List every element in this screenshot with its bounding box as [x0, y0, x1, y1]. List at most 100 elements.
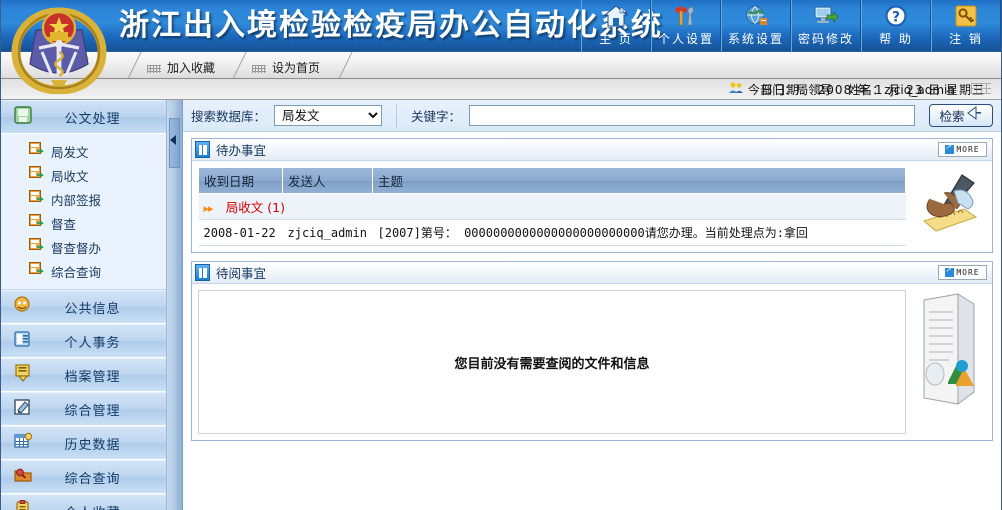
- sidebar-group-zonghechaxun-2-label: 综合查询: [64, 471, 121, 487]
- sidebar-group-gerenshoucang-label: 个人收藏: [43, 502, 166, 510]
- panel-todo-more-button[interactable]: MORE: [938, 142, 987, 157]
- tab-slant-right: [338, 52, 374, 78]
- sidebar-item-neibuqianbao[interactable]: 内部签报: [1, 187, 166, 211]
- folder-search-icon: [13, 466, 33, 489]
- sidebar-group-gerenshiwu-label: 个人事务: [64, 335, 121, 351]
- list-icon: [195, 141, 210, 158]
- panel-read-title: 待阅事宜: [216, 266, 267, 281]
- clipboard-icon: [13, 499, 33, 510]
- nav-home-label: 主 页: [599, 32, 633, 46]
- sidebar-group-gerenshoucang[interactable]: 个人收藏: [1, 494, 166, 510]
- sidebar-item-ducha[interactable]: 督查: [1, 211, 166, 235]
- chat-icon: [13, 295, 33, 319]
- tab-set-homepage-label: 设为首页: [272, 61, 321, 75]
- table-clock-icon: [13, 432, 33, 455]
- ciq-national-emblem: [11, 7, 107, 95]
- search-submit-button[interactable]: 检索: [929, 104, 993, 127]
- home-icon: [603, 2, 629, 30]
- sidebar-group-zonghechaxun[interactable]: 综合查询: [1, 460, 166, 494]
- collapse-left-arrow-icon[interactable]: [170, 135, 176, 145]
- todo-cell-sender: zjciq_admin: [282, 219, 373, 246]
- todo-cell-date: 2008-01-22: [198, 219, 283, 246]
- sidebar-group-gonggongxinxi[interactable]: 公共信息: [1, 290, 166, 324]
- panel-todo-body: 收到日期 发送人 主题 ▸▸ 局收文 (1) 2008-01-22 zjciq_…: [192, 161, 992, 252]
- nav-system-settings-label: 系统设置: [727, 32, 784, 46]
- doc-supervise-icon: [29, 214, 44, 232]
- doc-out-icon: [29, 142, 44, 160]
- todo-col-date: 收到日期: [198, 167, 283, 194]
- nav-home[interactable]: 主 页: [581, 0, 651, 52]
- sidebar-item-jufawen-label: 局发文: [51, 144, 89, 160]
- sidebar-group-danganguanli[interactable]: 档案管理: [1, 358, 166, 392]
- body-row: 公文处理 局发文 局收文 内部签报 督查 督查督办 综合查询 公共信息 个人事务…: [1, 100, 1001, 510]
- search-db-label: 搜索数据库：: [191, 109, 267, 124]
- panel-todo-header: 待办事宜 MORE: [192, 139, 992, 161]
- list-icon: [195, 264, 210, 281]
- sidebar-item-jushouwen[interactable]: 局收文: [1, 163, 166, 187]
- tab-add-favorite-label: 加入收藏: [167, 61, 216, 75]
- monitor-arrow-icon: [813, 2, 839, 30]
- doc-supervise-handle-icon: [29, 238, 44, 256]
- today-date: 今日日期： 2008 年 1 月 23 日 星期三: [747, 83, 985, 97]
- table-row[interactable]: 2008-01-22 zjciq_admin [2007]第号： 0000000…: [198, 219, 906, 246]
- sidebar-group-gonggongxinxi-label: 公共信息: [64, 301, 121, 317]
- edit-doc-icon: [13, 398, 33, 421]
- sidebar-item-zonghechaxun[interactable]: 综合查询: [1, 259, 166, 283]
- todo-group-cell[interactable]: ▸▸ 局收文 (1): [198, 193, 906, 220]
- nav-personal-settings-label: 个人设置: [657, 32, 714, 46]
- todo-table: 收到日期 发送人 主题 ▸▸ 局收文 (1) 2008-01-22 zjciq_…: [198, 167, 906, 246]
- tools-icon: [673, 2, 699, 30]
- panel-read-more-label: MORE: [956, 268, 980, 277]
- panel-todo-more-label: MORE: [956, 145, 980, 154]
- doc-report-icon: [29, 190, 44, 208]
- search-keyword-label: 关键字：: [411, 109, 462, 124]
- dotted-handle-icon: [252, 65, 266, 73]
- sidebar-item-duchaduban[interactable]: 督查督办: [1, 235, 166, 259]
- arrow-out-icon: [945, 142, 955, 154]
- sidebar-splitter[interactable]: [167, 100, 183, 510]
- open-folder-docs-icon: [923, 293, 975, 405]
- dotted-handle-icon: [147, 65, 161, 73]
- top-navigation: 主 页 个人设置 系统设置 密码修改 ? 帮 助 注 销: [581, 0, 1001, 52]
- sidebar-item-jufawen[interactable]: 局发文: [1, 139, 166, 163]
- sidebar: 公文处理 局发文 局收文 内部签报 督查 督查督办 综合查询 公共信息 个人事务…: [1, 100, 167, 510]
- hand-writing-icon: [922, 174, 978, 232]
- double-arrow-icon: ▸▸: [203, 202, 214, 215]
- nav-personal-settings[interactable]: 个人设置: [651, 0, 721, 52]
- sidebar-item-jushouwen-label: 局收文: [51, 168, 89, 184]
- panel-todo: 待办事宜 MORE 收到日期 发送人 主题: [191, 138, 993, 253]
- search-toolbar: 搜索数据库： 局发文 关键字： 检索: [183, 100, 1001, 132]
- tab-set-homepage[interactable]: 设为首页: [252, 52, 321, 78]
- nav-change-password-label: 密码修改: [797, 32, 854, 46]
- todo-group-row[interactable]: ▸▸ 局收文 (1): [198, 193, 906, 220]
- todo-table-header-row: 收到日期 发送人 主题: [198, 167, 906, 194]
- sidebar-group-lishishuju[interactable]: 历史数据: [1, 426, 166, 460]
- sidebar-item-ducha-label: 督查: [51, 216, 77, 232]
- sidebar-group-gerenshiwu[interactable]: 个人事务: [1, 324, 166, 358]
- nav-system-settings[interactable]: 系统设置: [721, 0, 791, 52]
- users-icon: [728, 81, 744, 97]
- quick-link-tabs: 加入收藏 设为首页: [1, 52, 1001, 79]
- todo-illustration: [912, 167, 986, 246]
- app-header: 浙江出入境检验检疫局办公自动化系统 主 页 个人设置 系统设置 密码修改 ? 帮…: [1, 0, 1001, 52]
- nav-change-password[interactable]: 密码修改: [791, 0, 861, 52]
- panel-todo-title: 待办事宜: [216, 143, 267, 158]
- sidebar-item-neibuqianbao-label: 内部签报: [51, 192, 102, 208]
- search-keyword-input[interactable]: [469, 105, 915, 126]
- sidebar-group-zongheguanli[interactable]: 综合管理: [1, 392, 166, 426]
- search-database-select[interactable]: 局发文: [274, 105, 383, 126]
- nav-logout-label: 注 销: [949, 32, 983, 46]
- sidebar-group-lishishuju-label: 历史数据: [64, 437, 121, 453]
- sidebar-group-zongheguanli-label: 综合管理: [64, 403, 121, 419]
- panel-read-body: 您目前没有需要查阅的文件和信息: [192, 284, 992, 440]
- sidebar-group-gongwen[interactable]: 公文处理: [1, 100, 166, 134]
- tab-add-favorite[interactable]: 加入收藏: [147, 52, 216, 78]
- todo-group-label[interactable]: 局收文 (1): [226, 200, 285, 215]
- main-content: 搜索数据库： 局发文 关键字： 检索 待办事宜 ↗ MORE 收到日期 发送人 …: [183, 100, 1001, 510]
- panel-read-more-button[interactable]: MORE: [938, 265, 987, 280]
- sidebar-submenu-gongwen: 局发文 局收文 内部签报 督查 督查督办 综合查询: [1, 134, 166, 290]
- doc-in-icon: [29, 166, 44, 184]
- nav-logout[interactable]: 注 销: [931, 0, 1001, 52]
- todo-cell-subject[interactable]: [2007]第号： 0000000000000000000000000请您办理。…: [372, 219, 906, 246]
- nav-help[interactable]: ? 帮 助: [861, 0, 931, 52]
